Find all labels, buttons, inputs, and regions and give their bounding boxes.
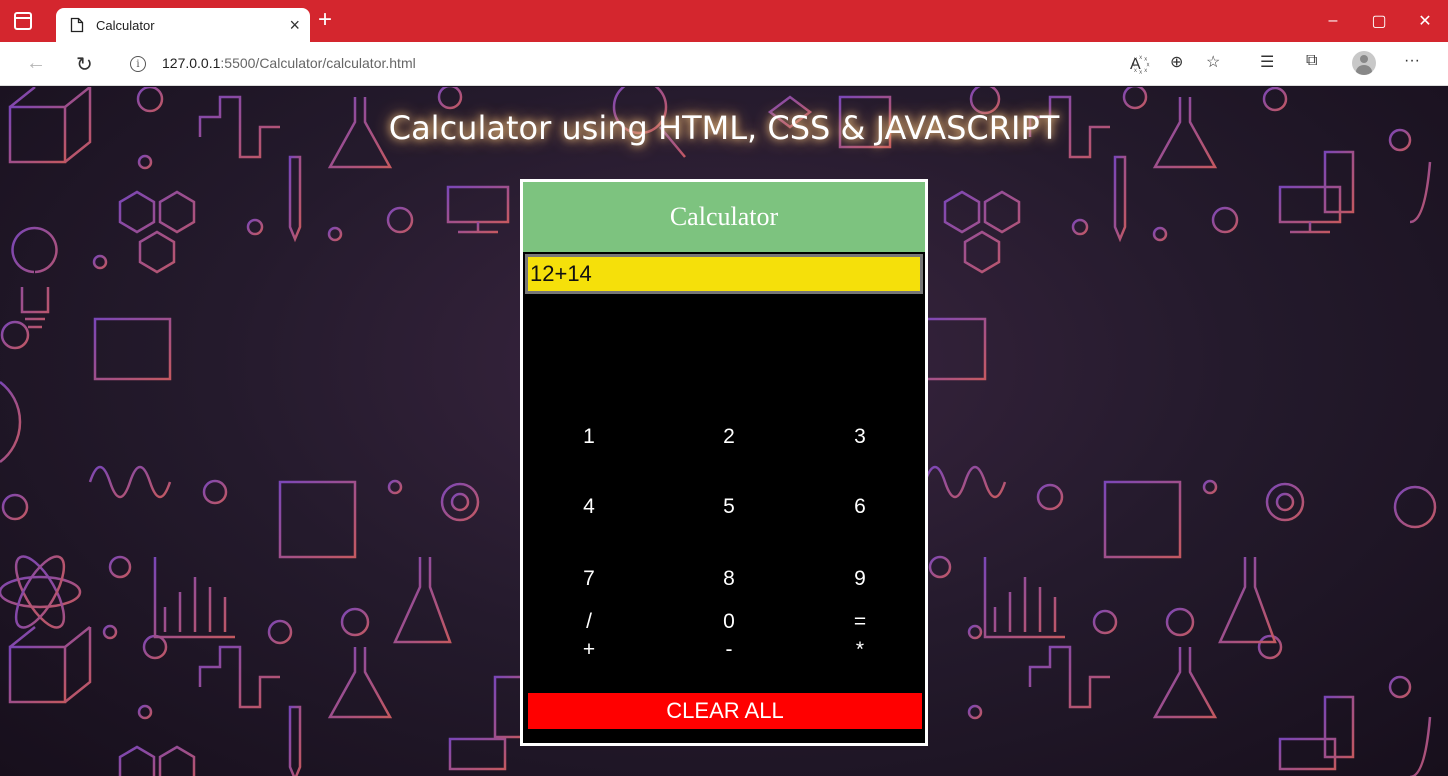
- restore-button[interactable]: ▢: [1356, 0, 1402, 42]
- url-host: 127.0.0.1: [162, 55, 221, 71]
- key-3[interactable]: 3: [820, 415, 900, 459]
- site-info-icon[interactable]: i: [130, 56, 146, 72]
- key-8[interactable]: 8: [689, 557, 769, 601]
- page-icon: [70, 17, 84, 33]
- page-viewport: Calculator using HTML, CSS & JAVASCRIPT …: [0, 87, 1448, 776]
- address-bar: ← ↻ i 127.0.0.1:5500/Calculator/calculat…: [0, 42, 1448, 86]
- key-7[interactable]: 7: [549, 557, 629, 601]
- collections-icon[interactable]: ⧉: [1306, 52, 1317, 70]
- read-aloud-icon[interactable]: A꙰: [1130, 52, 1141, 74]
- tab-close-icon[interactable]: ×: [289, 15, 300, 36]
- tab-title: Calculator: [96, 17, 155, 33]
- tab-calculator[interactable]: Calculator ×: [56, 8, 310, 42]
- profile-avatar-icon[interactable]: [1352, 51, 1376, 75]
- zoom-icon[interactable]: ⊕: [1170, 52, 1183, 72]
- new-tab-button[interactable]: +: [318, 6, 332, 34]
- back-arrow-icon[interactable]: ←: [26, 52, 46, 75]
- more-menu-icon[interactable]: ···: [1404, 52, 1420, 70]
- calculator: Calculator 12+14 1 2 3 4 5 6 7 8 9 + - *…: [520, 179, 928, 746]
- key-5[interactable]: 5: [689, 485, 769, 529]
- key-9[interactable]: 9: [820, 557, 900, 601]
- calculator-display[interactable]: 12+14: [525, 254, 923, 294]
- window-controls: – ▢ ✕: [1310, 0, 1448, 42]
- close-window-button[interactable]: ✕: [1402, 0, 1448, 42]
- browser-titlebar: Calculator × + – ▢ ✕: [0, 0, 1448, 42]
- url-field[interactable]: 127.0.0.1:5500/Calculator/calculator.htm…: [162, 55, 416, 71]
- key-0[interactable]: 0: [689, 600, 769, 644]
- favorites-icon[interactable]: ☰: [1260, 52, 1274, 72]
- key-4[interactable]: 4: [549, 485, 629, 529]
- key-2[interactable]: 2: [689, 415, 769, 459]
- minimize-button[interactable]: –: [1310, 0, 1356, 42]
- calculator-title: Calculator: [523, 182, 925, 252]
- key-equals[interactable]: =: [820, 600, 900, 644]
- key-1[interactable]: 1: [549, 415, 629, 459]
- reload-icon[interactable]: ↻: [76, 52, 93, 77]
- tab-actions-icon[interactable]: [14, 12, 32, 30]
- page-heading: Calculator using HTML, CSS & JAVASCRIPT: [388, 109, 1060, 147]
- add-favorite-icon[interactable]: ☆: [1206, 52, 1220, 72]
- url-path: :5500/Calculator/calculator.html: [220, 55, 416, 71]
- clear-all-button[interactable]: CLEAR ALL: [528, 693, 922, 729]
- key-divide[interactable]: /: [549, 600, 629, 644]
- key-6[interactable]: 6: [820, 485, 900, 529]
